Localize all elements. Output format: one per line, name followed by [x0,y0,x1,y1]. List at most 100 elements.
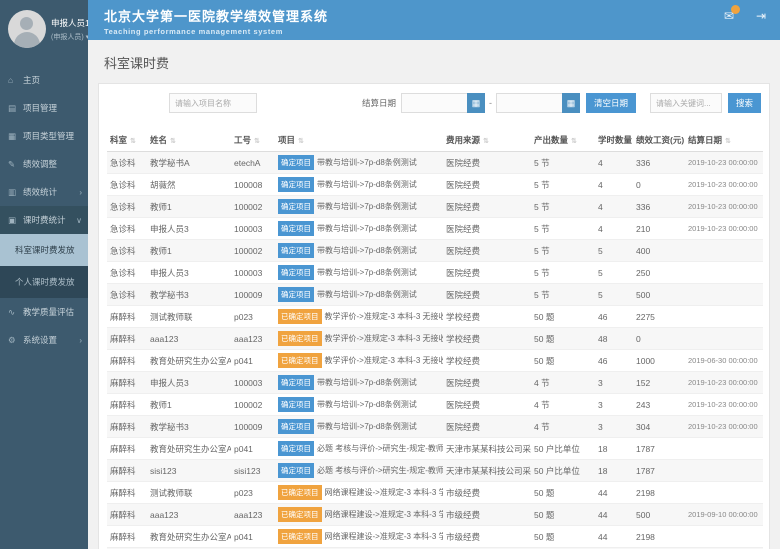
cell-employee-id: 100002 [231,394,275,416]
cell-name: 申报人员3 [147,262,231,284]
cell-hours-qty: 48 [595,328,633,350]
confirm-project-button[interactable]: 确定项目 [278,243,314,258]
cell-output-qty: 5 节 [531,174,595,196]
sort-icon[interactable]: ⇅ [571,138,577,145]
project-name: 必题 考核与评价->研究生-规定-教师 [317,444,443,453]
confirm-project-button[interactable]: 确定项目 [278,265,314,280]
sort-icon[interactable]: ⇅ [298,138,304,145]
date-to-input[interactable] [496,93,562,113]
user-panel: 申报人员1 (申报人员) ▾ [0,0,88,62]
confirm-project-button[interactable]: 确定项目 [278,375,314,390]
sidebar-item[interactable]: ⌂主页 [0,66,88,94]
file-icon: ▤ [8,103,20,114]
sidebar-item[interactable]: ✎绩效调整 [0,150,88,178]
sort-icon[interactable]: ⇅ [130,138,136,145]
project-name: 带教与培训->7p-d8条例测试 [317,158,417,167]
cell-fee-source: 医院经费 [443,284,531,306]
project-search-input[interactable] [169,93,257,113]
sort-icon[interactable]: ⇅ [254,138,260,145]
cell-project: 确定项目带教与培训->7p-d8条例测试 [275,394,443,416]
column-header[interactable]: 绩效工资(元)⇅ [633,129,685,152]
confirm-project-button[interactable]: 确定项目 [278,441,314,456]
cell-output-qty: 5 节 [531,196,595,218]
table-row: 麻醉科aaa123aaa123已确定项目网络课程建设->准规定-3 本科-3 学… [107,504,763,526]
cell-output-qty: 4 节 [531,416,595,438]
confirmed-project-button[interactable]: 已确定项目 [278,507,322,522]
cell-salary: 2198 [633,526,685,548]
avatar [8,10,46,48]
column-header[interactable]: 产出数量⇅ [531,129,595,152]
column-header[interactable]: 姓名⇅ [147,129,231,152]
confirm-project-button[interactable]: 确定项目 [278,177,314,192]
cell-fee-source: 学校经费 [443,328,531,350]
page-title: 科室课时费 [88,40,780,83]
cell-hours-qty: 44 [595,526,633,548]
confirm-project-button[interactable]: 确定项目 [278,419,314,434]
confirmed-project-button[interactable]: 已确定项目 [278,331,322,346]
cell-employee-id: sisi123 [231,460,275,482]
sidebar-item[interactable]: ∿教学质量评估 [0,298,88,326]
confirm-project-button[interactable]: 确定项目 [278,155,314,170]
confirmed-project-button[interactable]: 已确定项目 [278,353,322,368]
confirmed-project-button[interactable]: 已确定项目 [278,529,322,544]
table-row: 急诊科申报人员3100003确定项目带教与培训->7p-d8条例测试医院经费5 … [107,262,763,284]
confirm-project-button[interactable]: 确定项目 [278,397,314,412]
sort-icon[interactable]: ⇅ [170,138,176,145]
calendar-icon[interactable]: ▦ [562,93,580,113]
cell-department: 麻醉科 [107,482,147,504]
project-name: 网络课程建设->准规定-3 本科-3 学员 [325,488,444,497]
confirm-project-button[interactable]: 确定项目 [278,221,314,236]
message-icon[interactable]: ✉ [724,9,734,40]
sidebar-item[interactable]: ▥绩效统计› [0,178,88,206]
cell-hours-qty: 18 [595,438,633,460]
cell-employee-id: p023 [231,482,275,504]
clear-date-button[interactable]: 清空日期 [586,93,636,113]
sidebar-item[interactable]: ▤项目管理 [0,94,88,122]
cell-project: 已确定项目教学评价->准规定-3 本科-3 无接收人 [275,306,443,328]
toolbar: 结算日期 ▦ - ▦ 清空日期 搜索 [107,93,761,113]
cell-department: 急诊科 [107,196,147,218]
sidebar-item[interactable]: ▣课时费统计∨ [0,206,88,234]
cell-settle-date: 2019-10-23 00:00:00 [685,394,763,416]
cell-name: 教育处研究生办公室A [147,526,231,548]
date-from-input[interactable] [401,93,467,113]
cell-employee-id: 100003 [231,372,275,394]
search-button[interactable]: 搜索 [728,93,761,113]
cell-output-qty: 50 题 [531,526,595,548]
confirmed-project-button[interactable]: 已确定项目 [278,309,322,324]
logout-icon[interactable]: ⇥ [756,9,766,40]
confirm-project-button[interactable]: 确定项目 [278,463,314,478]
calendar-icon[interactable]: ▦ [467,93,485,113]
sidebar-subitem[interactable]: 个人课时费发放 [0,266,88,298]
project-name: 带教与培训->7p-d8条例测试 [317,400,417,409]
cell-output-qty: 50 户比单位 [531,460,595,482]
project-name: 带教与培训->7p-d8条例测试 [317,422,417,431]
cell-department: 麻醉科 [107,328,147,350]
sort-icon[interactable]: ⇅ [725,138,731,145]
sidebar-subitem[interactable]: 科室课时费发放 [0,234,88,266]
cell-salary: 250 [633,262,685,284]
cell-settle-date: 2019-10-23 00:00:00 [685,416,763,438]
confirm-project-button[interactable]: 确定项目 [278,199,314,214]
keyword-search-input[interactable] [650,93,722,113]
cell-department: 麻醉科 [107,526,147,548]
chevron-right-icon: › [79,336,82,345]
cell-fee-source: 医院经费 [443,416,531,438]
sidebar-item-label: 绩效调整 [23,158,57,170]
cell-salary: 1787 [633,438,685,460]
project-name: 带教与培训->7p-d8条例测试 [317,290,417,299]
sort-icon[interactable]: ⇅ [483,138,489,145]
confirmed-project-button[interactable]: 已确定项目 [278,485,322,500]
column-header[interactable]: 项目⇅ [275,129,443,152]
column-header[interactable]: 工号⇅ [231,129,275,152]
confirm-project-button[interactable]: 确定项目 [278,287,314,302]
column-header[interactable]: 科室⇅ [107,129,147,152]
sidebar-item[interactable]: ▦项目类型管理 [0,122,88,150]
sidebar-item[interactable]: ⚙系统设置› [0,326,88,354]
column-header[interactable]: 学时数量⇅ [595,129,633,152]
cell-name: 教学秘书3 [147,416,231,438]
column-header[interactable]: 费用来源⇅ [443,129,531,152]
cell-salary: 500 [633,504,685,526]
user-role-dropdown[interactable]: (申报人员) ▾ [51,32,83,42]
column-header[interactable]: 结算日期⇅ [685,129,763,152]
